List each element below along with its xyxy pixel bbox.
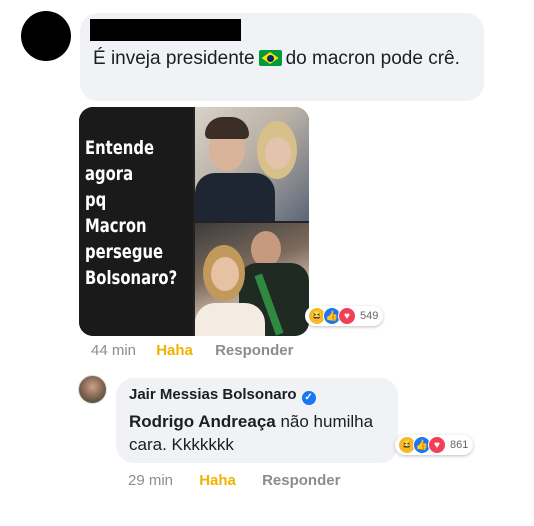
reply-author-name[interactable]: Jair Messias Bolsonaro	[129, 386, 297, 403]
reply-button[interactable]: Responder	[262, 472, 340, 489]
reaction-count: 861	[450, 439, 469, 451]
reply-author[interactable]: Jair Messias Bolsonaro ✓	[129, 386, 316, 405]
verified-badge-icon: ✓	[301, 390, 316, 405]
haha-button[interactable]: Haha	[156, 342, 193, 359]
reply-text: Rodrigo Andreaça não humilha cara. Kkkkk…	[129, 410, 389, 456]
reactions-summary[interactable]: 😆 👍 ♥ 549	[305, 306, 384, 326]
meme-caption: Entende agora pq Macron persegue Bolsona…	[85, 137, 178, 289]
commenter-avatar[interactable]	[21, 11, 71, 61]
comment-time[interactable]: 44 min	[91, 342, 136, 359]
comment-text-part1: É inveja presidente	[93, 48, 255, 69]
brazil-flag-icon	[258, 50, 282, 66]
meme-photo-bottom	[195, 223, 309, 336]
love-reaction-icon: ♥	[338, 307, 356, 325]
love-reaction-icon: ♥	[428, 436, 446, 454]
reply-button[interactable]: Responder	[215, 342, 293, 359]
reply-meta: 29 min Haha Responder	[128, 472, 340, 489]
haha-button[interactable]: Haha	[199, 472, 236, 489]
mention-link[interactable]: Rodrigo Andreaça	[129, 412, 276, 431]
redacted-author-name	[90, 19, 241, 41]
comment-text-part2: do macron pode crê.	[285, 48, 460, 69]
meme-image[interactable]: Entende agora pq Macron persegue Bolsona…	[79, 107, 309, 336]
comment-meta: 44 min Haha Responder	[91, 342, 293, 359]
meme-photo-top	[195, 107, 309, 221]
meme-caption-panel: Entende agora pq Macron persegue Bolsona…	[79, 107, 193, 336]
reply-reactions-summary[interactable]: 😆 👍 ♥ 861	[395, 435, 474, 455]
reaction-count: 549	[360, 310, 379, 322]
reply-time[interactable]: 29 min	[128, 472, 173, 489]
comment-text: É inveja presidente do macron pode crê.	[93, 46, 473, 71]
reply-avatar[interactable]	[78, 375, 107, 404]
